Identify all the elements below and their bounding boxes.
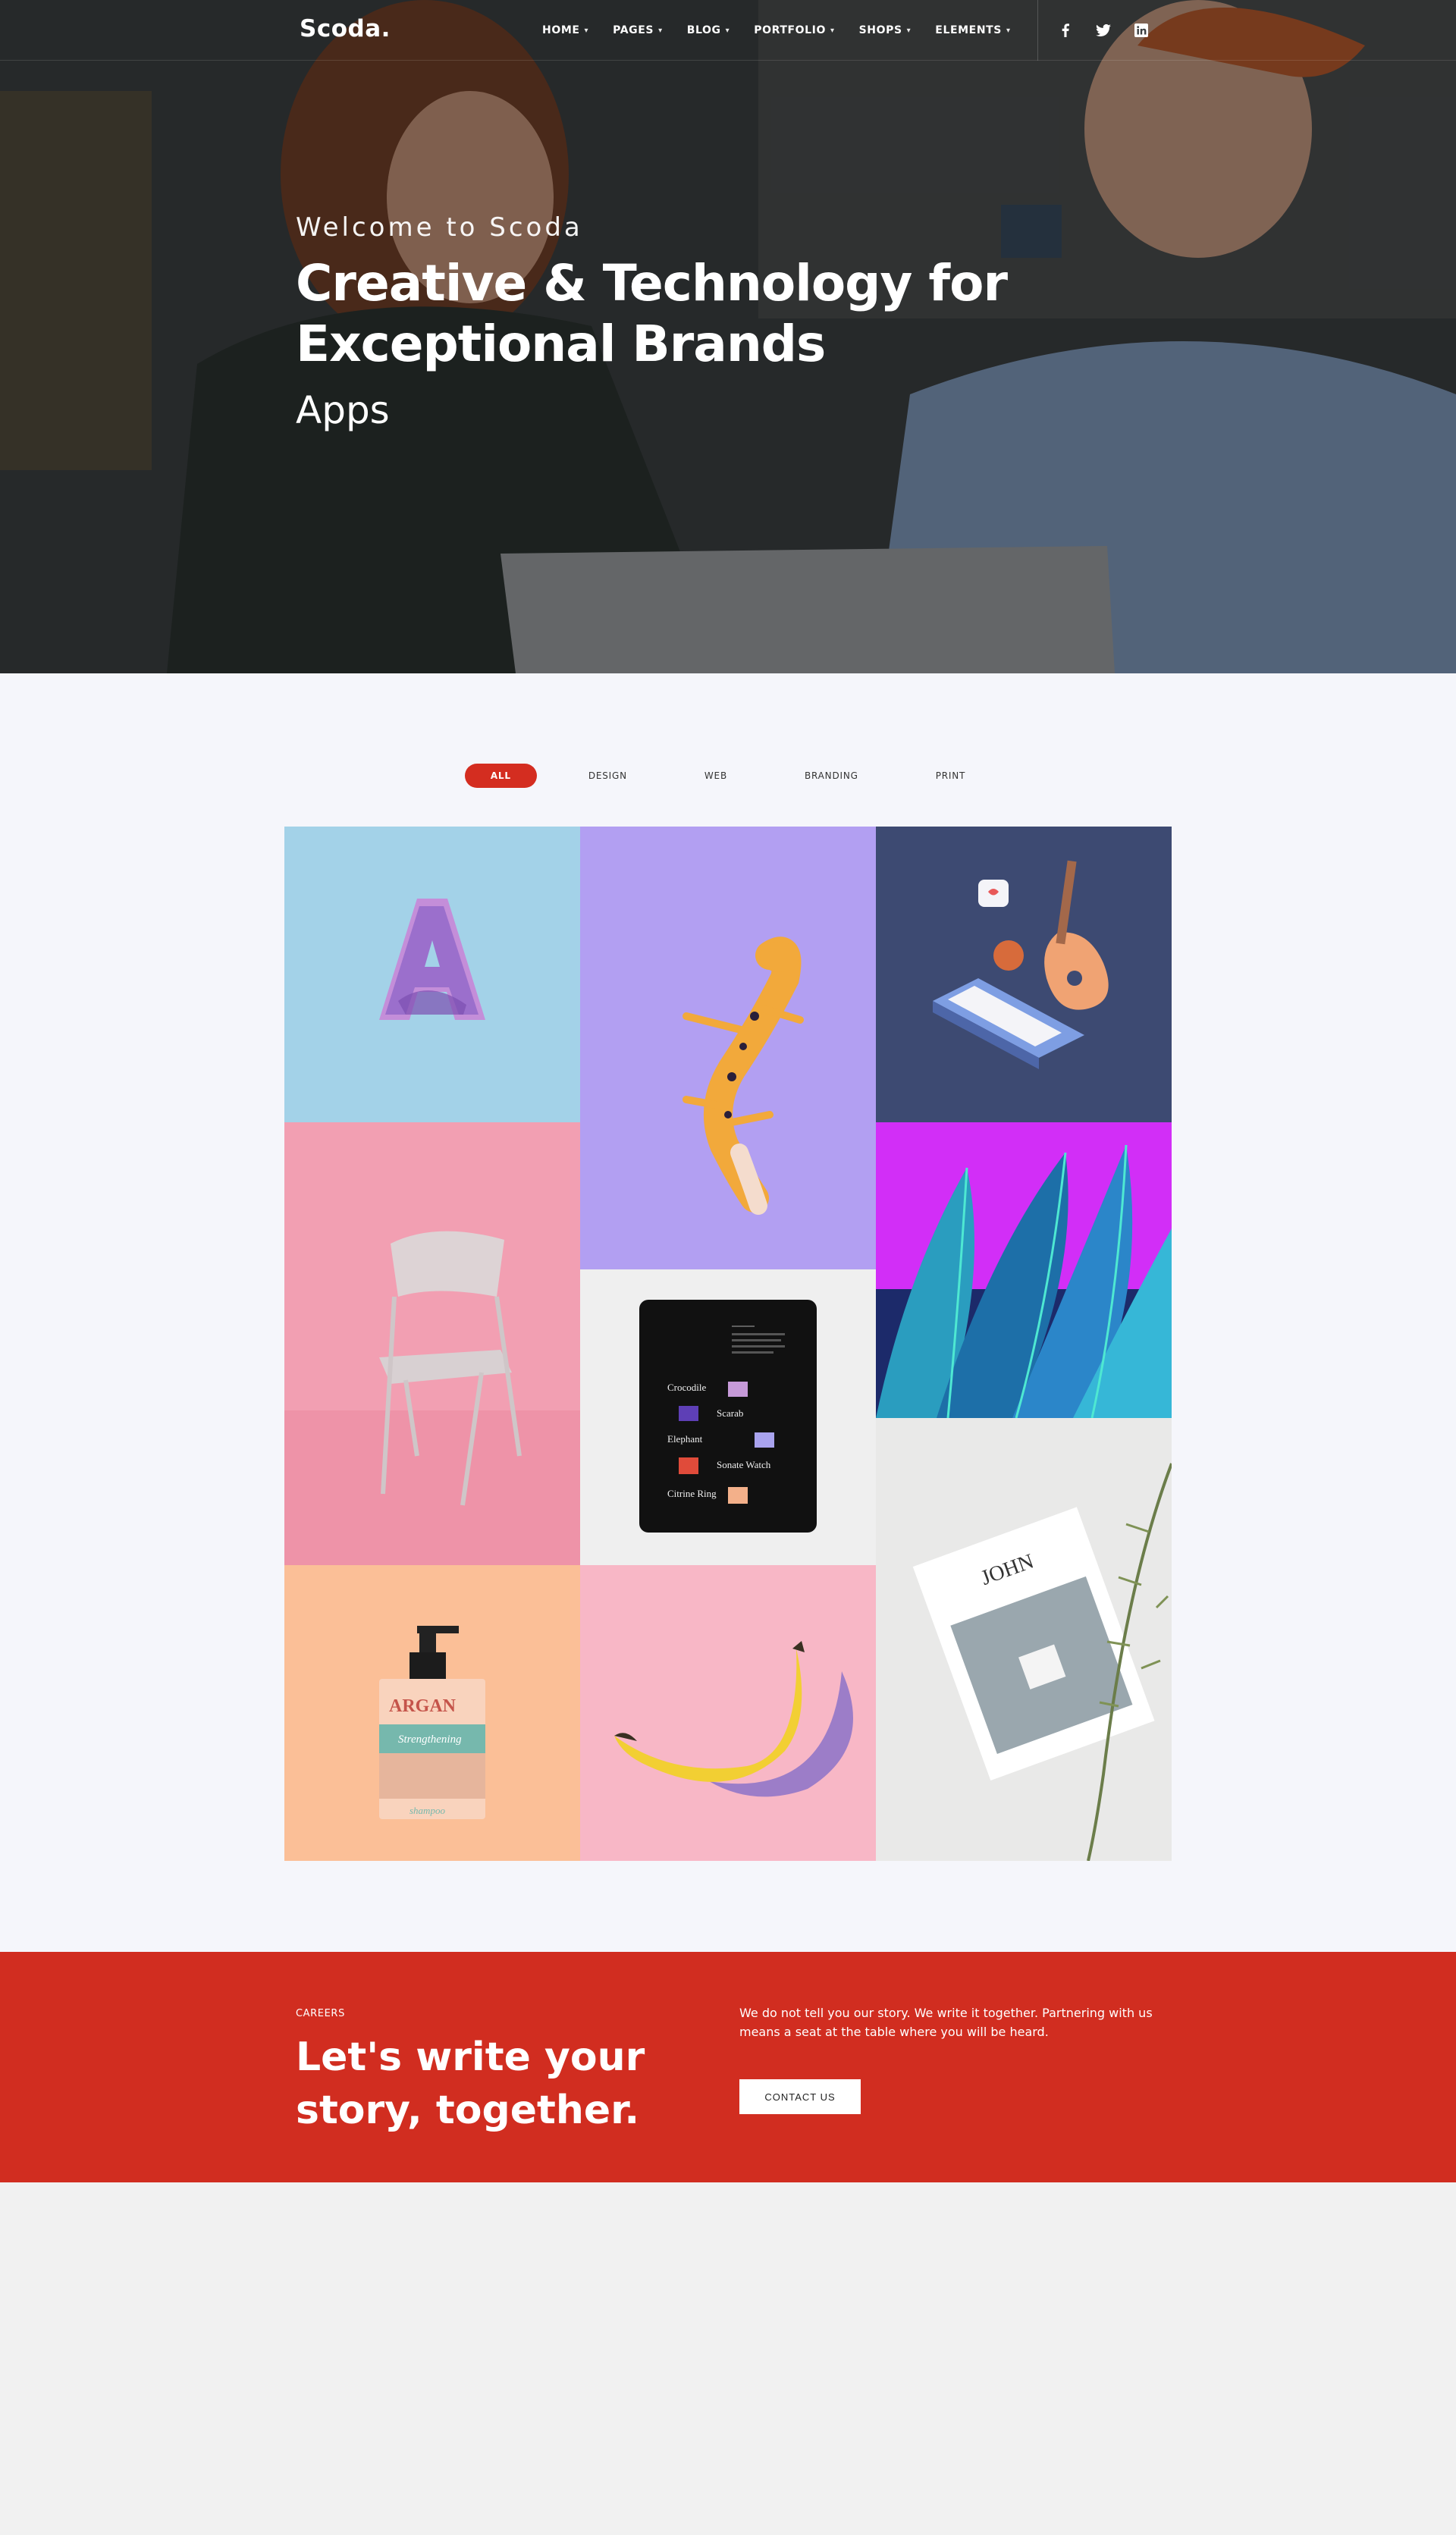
argan-type-text: shampoo xyxy=(410,1805,445,1816)
music-3d-image xyxy=(876,827,1172,1122)
portfolio-item-magazine[interactable]: JOHN xyxy=(876,1418,1172,1861)
nav-home[interactable]: HOME ▾ xyxy=(542,24,588,36)
chevron-down-icon: ▾ xyxy=(830,26,835,35)
portfolio-item-chair[interactable] xyxy=(284,1122,580,1565)
hero-headline: Creative & Technology for Exceptional Br… xyxy=(296,254,1008,373)
portfolio-item-gecko[interactable] xyxy=(580,827,876,1269)
neon-leaves-image xyxy=(876,1122,1172,1418)
nav-blog[interactable]: BLOG ▾ xyxy=(687,24,730,36)
top-navbar: Scoda. HOME ▾ PAGES ▾ BLOG ▾ PORTFOLIO ▾ SHO… xyxy=(0,0,1456,61)
facebook-icon[interactable] xyxy=(1058,23,1073,38)
linkedin-icon[interactable] xyxy=(1134,23,1149,38)
magazine-image: JOHN xyxy=(876,1418,1172,1861)
hero-welcome: Welcome to Scoda xyxy=(296,212,583,243)
menu-card-image: Crocodile Scarab Elephant Sonate Watch C… xyxy=(580,1269,876,1565)
careers-section: CAREERS Let's write your story, together… xyxy=(0,1952,1456,2182)
footer-area xyxy=(0,2182,1456,2535)
nav-pages[interactable]: PAGES ▾ xyxy=(613,24,663,36)
nav-divider xyxy=(1037,0,1038,61)
brand-logo[interactable]: Scoda. xyxy=(300,15,391,42)
nav-elements[interactable]: ELEMENTS ▾ xyxy=(935,24,1010,36)
menu-item-citrine-ring: Citrine Ring xyxy=(667,1488,717,1499)
filter-branding[interactable]: BRANDING xyxy=(779,764,884,788)
careers-description: We do not tell you our story. We write i… xyxy=(739,2006,1153,2039)
portfolio-filters: ALL DESIGN WEB BRANDING PRINT xyxy=(0,764,1456,788)
banana-image xyxy=(580,1565,876,1861)
filter-web[interactable]: WEB xyxy=(679,764,753,788)
chevron-down-icon: ▾ xyxy=(584,26,589,35)
chevron-down-icon: ▾ xyxy=(725,26,730,35)
gecko-image xyxy=(580,827,876,1269)
menu-item-scarab: Scarab xyxy=(717,1407,743,1419)
chevron-down-icon: ▾ xyxy=(906,26,912,35)
filter-design[interactable]: DESIGN xyxy=(563,764,653,788)
hero-text-block: Welcome to Scoda Creative & Technology f… xyxy=(296,212,1039,432)
portfolio-item-music-3d[interactable] xyxy=(876,827,1172,1122)
menu-item-crocodile: Crocodile xyxy=(667,1382,706,1393)
menu-item-sonate-watch: Sonate Watch xyxy=(717,1459,771,1470)
nav-pages-label: PAGES xyxy=(613,24,654,36)
argan-line-text: Strengthening xyxy=(398,1733,462,1746)
portfolio-item-banana[interactable] xyxy=(580,1565,876,1861)
nav-portfolio-label: PORTFOLIO xyxy=(754,24,826,36)
filter-print[interactable]: PRINT xyxy=(910,764,991,788)
nav-elements-label: ELEMENTS xyxy=(935,24,1002,36)
argan-brand-text: ARGAN xyxy=(389,1696,457,1716)
careers-title: Let's write your story, together. xyxy=(296,2035,645,2133)
hero-rotating-word: Apps xyxy=(296,388,390,432)
main-menu: HOME ▾ PAGES ▾ BLOG ▾ PORTFOLIO ▾ SHOPS ▾ ELE… xyxy=(542,0,1011,61)
hero-section: Scoda. HOME ▾ PAGES ▾ BLOG ▾ PORTFOLIO ▾ SHO… xyxy=(0,0,1456,673)
contact-us-button[interactable]: CONTACT US xyxy=(739,2079,861,2114)
nav-portfolio[interactable]: PORTFOLIO ▾ xyxy=(754,24,834,36)
menu-item-elephant: Elephant xyxy=(667,1433,703,1445)
shampoo-bottle-image: ARGAN Strengthening shampoo xyxy=(284,1565,580,1861)
chevron-down-icon: ▾ xyxy=(658,26,663,35)
nav-shops-label: SHOPS xyxy=(858,24,902,36)
filter-all[interactable]: ALL xyxy=(464,764,537,788)
nav-blog-label: BLOG xyxy=(686,24,721,36)
nav-shops[interactable]: SHOPS ▾ xyxy=(859,24,912,36)
chevron-down-icon: ▾ xyxy=(1006,26,1011,35)
portfolio-item-menu-card[interactable]: Crocodile Scarab Elephant Sonate Watch C… xyxy=(580,1269,876,1565)
twitter-icon[interactable] xyxy=(1096,23,1111,38)
portfolio-item-letter-a[interactable] xyxy=(284,827,580,1122)
social-links xyxy=(1058,0,1149,61)
portfolio-item-shampoo[interactable]: ARGAN Strengthening shampoo xyxy=(284,1565,580,1861)
pink-chair-image xyxy=(284,1122,580,1565)
portfolio-grid: ARGAN Strengthening shampoo Crocodile Sc… xyxy=(284,827,1172,1861)
careers-tag: CAREERS xyxy=(296,2008,345,2019)
portfolio-item-neon-leaves[interactable] xyxy=(876,1122,1172,1418)
portfolio-section: ALL DESIGN WEB BRANDING PRINT ARGAN Stre… xyxy=(0,673,1456,1952)
letter-a-image xyxy=(284,827,580,1122)
nav-home-label: HOME xyxy=(542,24,580,36)
